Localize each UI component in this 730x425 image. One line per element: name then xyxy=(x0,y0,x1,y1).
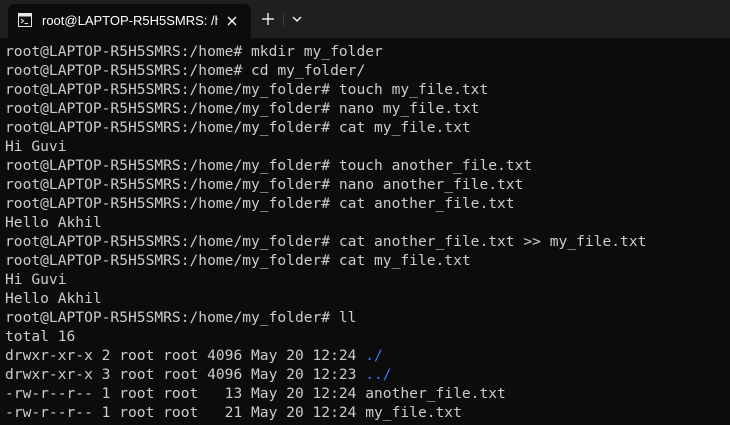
terminal-line-text: root@LAPTOP-R5H5SMRS:/home/my_folder# ca… xyxy=(5,252,471,269)
terminal-line: Hello Akhil xyxy=(5,289,646,308)
terminal-line-text: root@LAPTOP-R5H5SMRS:/home/my_folder# ca… xyxy=(5,195,515,212)
terminal-line: root@LAPTOP-R5H5SMRS:/home/my_folder# na… xyxy=(5,175,646,194)
terminal-line: root@LAPTOP-R5H5SMRS:/home/my_folder# ca… xyxy=(5,118,646,137)
terminal-line-text: Hello Akhil xyxy=(5,290,102,307)
terminal-line-text: root@LAPTOP-R5H5SMRS:/home/my_folder# na… xyxy=(5,100,480,117)
chevron-down-icon[interactable] xyxy=(287,8,307,30)
plus-icon[interactable] xyxy=(257,8,279,30)
terminal-line-text: drwxr-xr-x 2 root root 4096 May 20 12:24 xyxy=(5,347,366,364)
terminal-line: Hi Guvi xyxy=(5,270,646,289)
terminal-line: root@LAPTOP-R5H5SMRS:/home/my_folder# to… xyxy=(5,80,646,99)
terminal-line: root@LAPTOP-R5H5SMRS:/home/my_folder# to… xyxy=(5,156,646,175)
directory-name: ./ xyxy=(365,347,383,364)
terminal-line-text: root@LAPTOP-R5H5SMRS:/home/my_folder# to… xyxy=(5,81,489,98)
terminal-lines: root@LAPTOP-R5H5SMRS:/home# mkdir my_fol… xyxy=(5,42,646,422)
terminal-line: root@LAPTOP-R5H5SMRS:/home# cd my_folder… xyxy=(5,61,646,80)
terminal-line-text: root@LAPTOP-R5H5SMRS:/home/my_folder# ll xyxy=(5,309,357,326)
terminal-line: -rw-r--r-- 1 root root 13 May 20 12:24 a… xyxy=(5,384,646,403)
terminal-icon xyxy=(18,13,32,27)
tab-title: root@LAPTOP-R5H5SMRS: /h xyxy=(42,13,218,28)
terminal-line: Hello Akhil xyxy=(5,213,646,232)
terminal-window: root@LAPTOP-R5H5SMRS: /h root@LAPTOP-R5H… xyxy=(0,0,730,425)
terminal-line-text: root@LAPTOP-R5H5SMRS:/home/my_folder# ca… xyxy=(5,119,471,136)
terminal-line: root@LAPTOP-R5H5SMRS:/home# mkdir my_fol… xyxy=(5,42,646,61)
terminal-line-text: Hi Guvi xyxy=(5,138,67,155)
terminal-line-text: total 16 xyxy=(5,328,76,345)
tab-bar: root@LAPTOP-R5H5SMRS: /h xyxy=(0,0,730,38)
terminal-line: root@LAPTOP-R5H5SMRS:/home/my_folder# ll xyxy=(5,308,646,327)
directory-name: ../ xyxy=(365,366,392,383)
terminal-line: total 16 xyxy=(5,327,646,346)
terminal-line: root@LAPTOP-R5H5SMRS:/home/my_folder# na… xyxy=(5,99,646,118)
terminal-line: drwxr-xr-x 3 root root 4096 May 20 12:23… xyxy=(5,365,646,384)
terminal-line: -rw-r--r-- 1 root root 21 May 20 12:24 m… xyxy=(5,403,646,422)
terminal-line-text: -rw-r--r-- 1 root root 13 May 20 12:24 a… xyxy=(5,385,506,402)
close-icon[interactable] xyxy=(223,12,241,30)
terminal-line: root@LAPTOP-R5H5SMRS:/home/my_folder# ca… xyxy=(5,232,646,251)
terminal-line-text: root@LAPTOP-R5H5SMRS:/home# cd my_folder… xyxy=(5,62,366,79)
terminal-line-text: root@LAPTOP-R5H5SMRS:/home/my_folder# to… xyxy=(5,157,533,174)
terminal-line-text: root@LAPTOP-R5H5SMRS:/home/my_folder# na… xyxy=(5,176,524,193)
tab-divider xyxy=(283,13,284,26)
terminal-line: drwxr-xr-x 2 root root 4096 May 20 12:24… xyxy=(5,346,646,365)
terminal-line-text: Hi Guvi xyxy=(5,271,67,288)
terminal-output[interactable]: root@LAPTOP-R5H5SMRS:/home# mkdir my_fol… xyxy=(0,38,730,425)
terminal-line: root@LAPTOP-R5H5SMRS:/home/my_folder# ca… xyxy=(5,251,646,270)
terminal-line: Hi Guvi xyxy=(5,137,646,156)
terminal-line-text: -rw-r--r-- 1 root root 21 May 20 12:24 m… xyxy=(5,404,462,421)
terminal-line-text: drwxr-xr-x 3 root root 4096 May 20 12:23 xyxy=(5,366,366,383)
terminal-line-text: Hello Akhil xyxy=(5,214,102,231)
terminal-line-text: root@LAPTOP-R5H5SMRS:/home# mkdir my_fol… xyxy=(5,43,383,60)
terminal-line: root@LAPTOP-R5H5SMRS:/home/my_folder# ca… xyxy=(5,194,646,213)
tab-terminal[interactable]: root@LAPTOP-R5H5SMRS: /h xyxy=(8,4,251,38)
terminal-line-text: root@LAPTOP-R5H5SMRS:/home/my_folder# ca… xyxy=(5,233,647,250)
